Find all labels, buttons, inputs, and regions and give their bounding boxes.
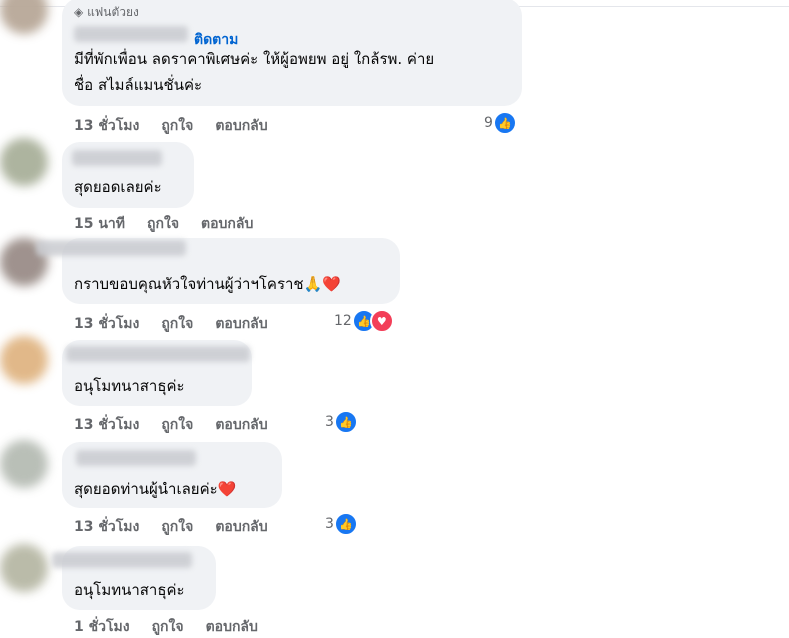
avatar[interactable]	[0, 138, 48, 186]
love-icon: ♥	[369, 309, 394, 333]
comment-text-line-1: มีที่พักเพื่อน ลดราคาพิเศษค่ะ ให้ผู้อพยพ…	[74, 50, 435, 68]
commenter-name[interactable]	[76, 450, 196, 466]
commenter-name[interactable]	[36, 240, 186, 256]
emoji-heart: ❤️	[217, 480, 237, 498]
comment-actions: 13 ชั่วโมง ถูกใจ ตอบกลับ	[74, 313, 268, 335]
comment-text-body: กราบขอบคุณหัวใจท่านผู้ว่าฯโคราช	[74, 275, 304, 293]
comment-text: อนุโมทนาสาธุค่ะ	[74, 377, 185, 395]
comment-time[interactable]: 15 นาที	[74, 213, 125, 235]
like-icon: 👍	[333, 512, 358, 536]
reply-button[interactable]: ตอบกลับ	[215, 313, 267, 335]
reaction-summary[interactable]: 12 👍 ♥	[334, 309, 394, 333]
commenter-name[interactable]	[52, 552, 192, 568]
reaction-summary[interactable]: 9 👍	[484, 111, 517, 135]
reaction-count: 12	[334, 313, 352, 329]
like-icon: 👍	[492, 111, 517, 135]
avatar[interactable]	[0, 336, 48, 384]
comment-text-body: สุดยอดท่านผู้นำเลยค่ะ	[74, 480, 218, 498]
reply-button[interactable]: ตอบกลับ	[201, 213, 253, 235]
like-icon: 👍	[333, 410, 358, 434]
reply-button[interactable]: ตอบกลับ	[215, 115, 267, 137]
comment-actions: 1 ชั่วโมง ถูกใจ ตอบกลับ	[74, 616, 258, 638]
diamond-icon: ◈	[74, 5, 84, 19]
fan-badge: ◈ แฟนตัวยง	[74, 3, 139, 22]
reply-button[interactable]: ตอบกลับ	[215, 516, 267, 538]
reaction-summary[interactable]: 3 👍	[325, 410, 358, 434]
avatar[interactable]	[0, 440, 48, 488]
comment-text: สุดยอดท่านผู้นำเลยค่ะ❤️	[74, 478, 236, 501]
reaction-count: 3	[325, 414, 334, 430]
comment-text-line-2: ชื่อ สไมล์แมนชั่นค่ะ	[74, 76, 203, 94]
comment-time[interactable]: 13 ชั่วโมง	[74, 115, 139, 137]
commenter-name[interactable]	[74, 26, 188, 42]
comment-text: กราบขอบคุณหัวใจท่านผู้ว่าฯโคราช🙏❤️	[74, 273, 341, 296]
reply-button[interactable]: ตอบกลับ	[215, 414, 267, 436]
comment-time[interactable]: 13 ชั่วโมง	[74, 313, 139, 335]
reaction-count: 9	[484, 115, 493, 131]
like-button[interactable]: ถูกใจ	[161, 516, 193, 538]
like-button[interactable]: ถูกใจ	[152, 616, 184, 638]
commenter-name[interactable]	[66, 346, 250, 362]
reaction-summary[interactable]: 3 👍	[325, 512, 358, 536]
avatar[interactable]	[0, 544, 48, 592]
like-button[interactable]: ถูกใจ	[161, 115, 193, 137]
comment-text: อนุโมทนาสาธุค่ะ	[74, 581, 185, 599]
emoji-pray-heart: 🙏❤️	[303, 275, 341, 293]
comment-time[interactable]: 13 ชั่วโมง	[74, 414, 139, 436]
comment-actions: 13 ชั่วโมง ถูกใจ ตอบกลับ	[74, 414, 268, 436]
like-button[interactable]: ถูกใจ	[161, 313, 193, 335]
comment-actions: 13 ชั่วโมง ถูกใจ ตอบกลับ	[74, 115, 268, 137]
like-button[interactable]: ถูกใจ	[147, 213, 179, 235]
comment-time[interactable]: 1 ชั่วโมง	[74, 616, 130, 638]
reaction-count: 3	[325, 516, 334, 532]
like-button[interactable]: ถูกใจ	[161, 414, 193, 436]
comment-time[interactable]: 13 ชั่วโมง	[74, 516, 139, 538]
commenter-name[interactable]	[72, 150, 162, 166]
comment-actions: 15 นาที ถูกใจ ตอบกลับ	[74, 213, 253, 235]
avatar[interactable]	[0, 0, 48, 34]
comment-text: สุดยอดเลยค่ะ	[74, 178, 162, 196]
reply-button[interactable]: ตอบกลับ	[206, 616, 258, 638]
comment-actions: 13 ชั่วโมง ถูกใจ ตอบกลับ	[74, 516, 268, 538]
fan-badge-label: แฟนตัวยง	[87, 5, 139, 19]
